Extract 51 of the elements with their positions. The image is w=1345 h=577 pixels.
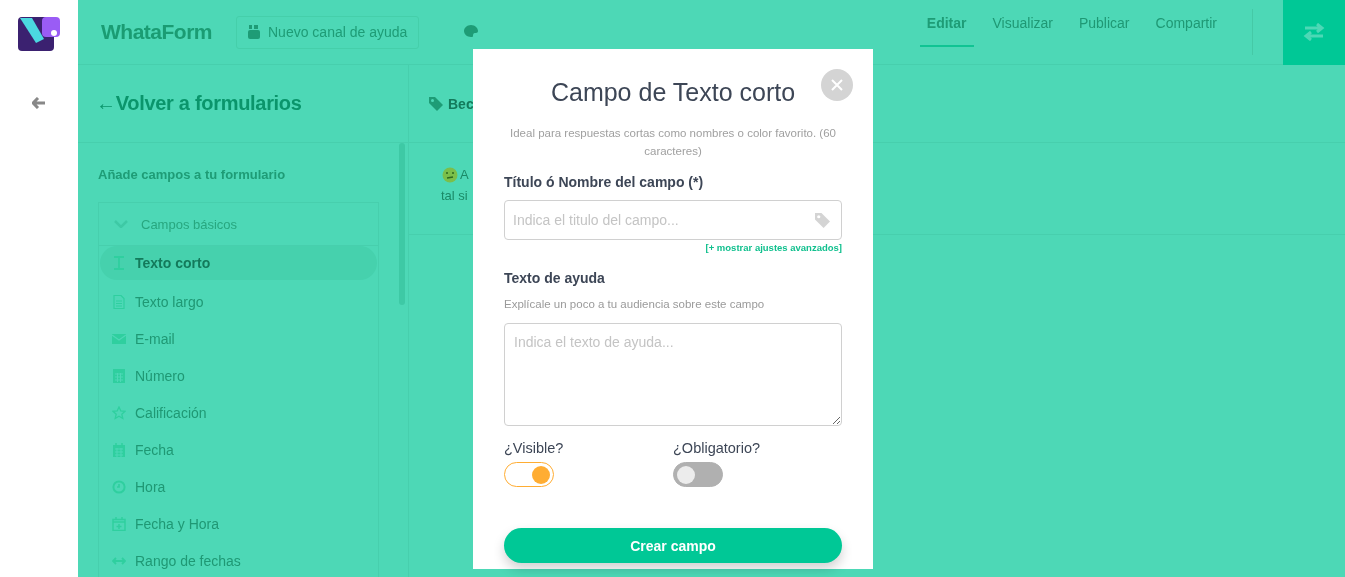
clock-icon [112, 479, 126, 494]
field-type-item[interactable]: Hora [100, 468, 377, 505]
logo-icon [18, 17, 60, 51]
field-type-item[interactable]: Rango de fechas [100, 542, 377, 577]
title-input[interactable]: Indica el titulo del campo... [513, 212, 815, 228]
brand-name: WhataForm [101, 20, 212, 44]
toggle-switch[interactable] [504, 462, 554, 487]
field-type-item[interactable]: Texto corto [100, 246, 377, 280]
section-heading: Añade campos a tu formulario [98, 167, 287, 182]
tag-icon [429, 96, 443, 111]
toggle-label: ¿Obligatorio? [673, 440, 762, 456]
nav-tab[interactable]: Publicar [1071, 0, 1137, 47]
back-arrow-icon[interactable] [32, 97, 46, 109]
create-field-button[interactable]: Crear campo [504, 528, 842, 563]
field-type-item[interactable]: Fecha [100, 431, 377, 468]
field-label: Texto de ayuda [504, 270, 606, 286]
field-label: Título ó Nombre del campo (*) [504, 174, 705, 190]
modal-title: Campo de Texto corto [549, 78, 797, 107]
calendar-icon [112, 442, 126, 457]
close-button[interactable] [821, 69, 853, 101]
nav-tab[interactable]: Compartir [1148, 0, 1224, 47]
form-title: Bec [448, 95, 474, 112]
swap-button[interactable] [1283, 0, 1345, 65]
note-text: A [442, 164, 469, 185]
field-hint: Explícale un poco a tu audiencia sobre este campo [504, 298, 766, 310]
swap-arrows-icon [1303, 23, 1325, 41]
field-type-item[interactable]: E-mail [100, 320, 377, 357]
calendar-plus-icon [112, 516, 126, 531]
note-text: tal si [441, 187, 468, 205]
help-text-field[interactable]: Indica el texto de ayuda... [504, 323, 842, 426]
modal-description: Ideal para respuestas cortas como nombres o color favorito. (60 caracteres) [509, 126, 837, 159]
field-type-item[interactable]: Fecha y Hora [100, 505, 377, 542]
document-icon [112, 294, 126, 309]
advanced-settings-link[interactable]: [+ mostrar ajustes avanzados] [705, 242, 842, 253]
emoji-icon [442, 166, 458, 183]
envelope-icon [112, 331, 126, 346]
title-input-field[interactable]: Indica el titulo del campo... [504, 200, 842, 240]
star-icon [112, 405, 126, 420]
tag-icon [815, 212, 830, 228]
close-icon [831, 79, 843, 91]
calculator-icon [112, 368, 126, 383]
field-type-item[interactable]: Número [100, 357, 377, 394]
field-type-item[interactable]: Texto largo [100, 283, 377, 320]
toggle-label: ¿Visible? [504, 440, 565, 456]
nav-tab[interactable]: Visualizar [985, 0, 1060, 47]
palette-icon[interactable] [464, 25, 479, 37]
toggle-switch[interactable] [673, 462, 723, 487]
field-type-item[interactable]: Calificación [100, 394, 377, 431]
help-channel-button[interactable]: Nuevo canal de ayuda [236, 15, 420, 49]
nav-tab[interactable]: Editar [919, 0, 974, 47]
back-to-forms-link[interactable]: ←Volver a formularios [96, 92, 302, 115]
